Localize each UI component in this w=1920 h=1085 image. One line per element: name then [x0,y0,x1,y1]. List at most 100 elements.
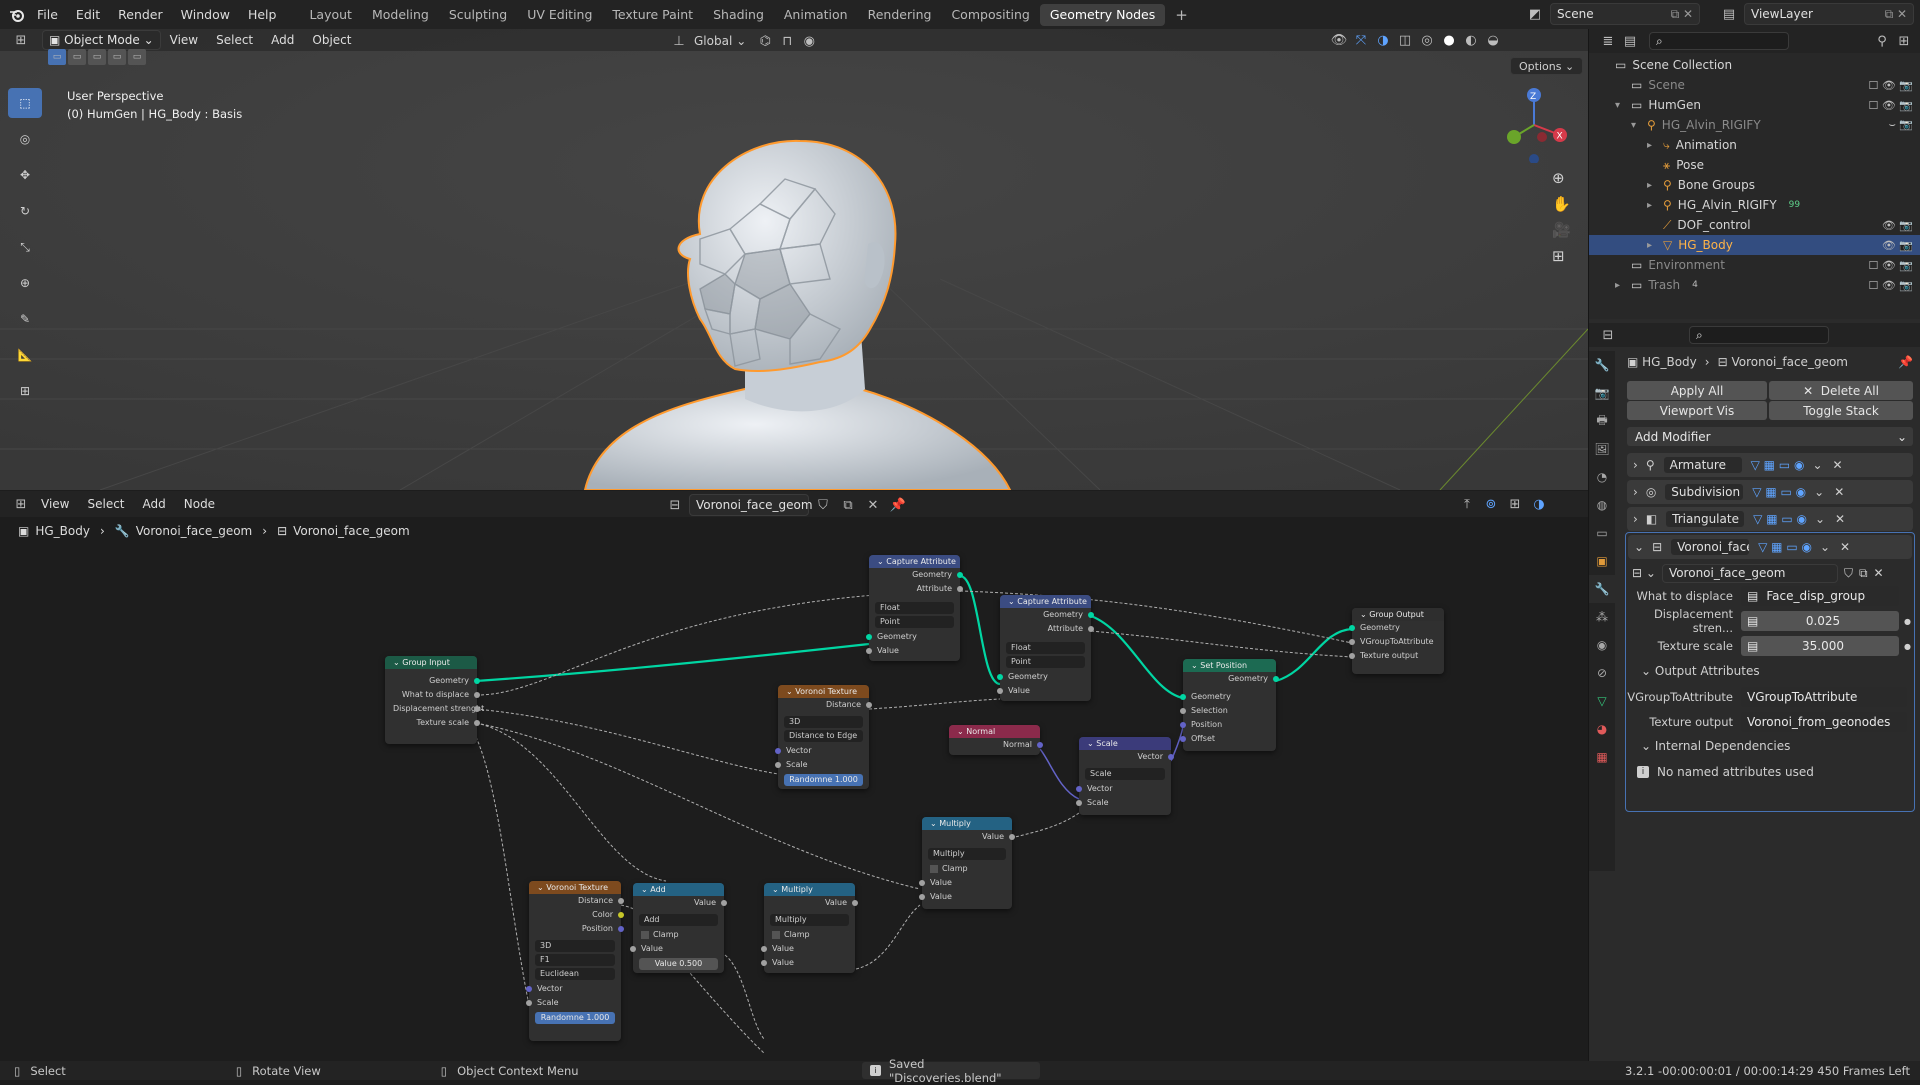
keyframe-dot-icon[interactable]: ● [1904,642,1911,651]
grid-icon[interactable]: ⊞ [1552,247,1571,265]
dimensions-dropdown[interactable]: 3D [535,940,615,952]
blender-logo-icon[interactable] [6,4,28,26]
output-tab-icon[interactable]: 🖶 [1589,407,1615,435]
select-intersect-icon[interactable]: ▭ [128,49,146,65]
display-mode-icon[interactable]: ▤ [1619,30,1641,52]
menu-help[interactable]: Help [239,7,286,22]
domain-dropdown[interactable]: Point [1006,656,1085,668]
output-socket[interactable] [1009,834,1015,840]
expand-toggle-icon[interactable]: ▾ [1615,100,1627,111]
scene-field[interactable]: Scene ⧉ ✕ [1550,3,1700,25]
chevron-down-icon[interactable]: ⌄ [1815,512,1825,526]
copy-icon[interactable]: ⧉ ✕ [1671,7,1693,22]
output-socket[interactable] [474,706,480,712]
keyframe-dot-icon[interactable]: ● [1904,617,1911,626]
outliner-row-toggles[interactable]: ☐ 👁 📷 [1868,99,1913,112]
expand-toggle-icon[interactable]: ▸ [1647,240,1659,251]
tab-texture-paint[interactable]: Texture Paint [602,4,703,26]
input-socket[interactable] [1349,625,1355,631]
dimensions-dropdown[interactable]: 3D [784,716,863,728]
select-invert-icon[interactable]: ▭ [108,49,126,65]
modifier-subdivision[interactable]: › ◎ Subdivision ▽ ▦ ▭ ◉ ⌄ ✕ [1627,480,1913,504]
chevron-right-icon[interactable]: › [1633,485,1638,499]
data-type-dropdown[interactable]: Float [1006,642,1085,654]
menu-window[interactable]: Window [172,7,239,22]
pin-icon[interactable]: 📌 [1898,355,1913,369]
rendered-shading-icon[interactable]: ◒ [1482,29,1504,51]
outliner-row[interactable]: ▸ ⚲ Bone Groups [1589,175,1920,195]
expand-toggle-icon[interactable]: ▸ [1647,140,1659,151]
chevron-down-icon[interactable]: ⌄ [1812,458,1822,472]
input-socket[interactable] [866,634,872,640]
add-workspace-button[interactable]: + [1165,4,1198,26]
save-report[interactable]: i Saved "Discoveries.blend" [862,1057,1040,1085]
select-extend-icon[interactable]: ▭ [68,49,86,65]
checkbox[interactable] [772,930,780,939]
constraints-tab-icon[interactable]: ⊘ [1589,659,1615,687]
input-socket[interactable] [761,960,767,966]
visibility-icon[interactable]: 👁 [1328,29,1350,51]
gizmo-icon[interactable]: ⤧ [1350,29,1372,51]
outliner-row[interactable]: ▭ Scene ☐ 👁 📷 [1589,75,1920,95]
outliner-row-toggles[interactable]: 👁 📷 [1882,219,1913,232]
close-icon[interactable]: ✕ [1874,566,1884,580]
output-socket[interactable] [1273,676,1279,682]
input-socket[interactable] [1076,800,1082,806]
modifier-name-field[interactable]: Subdivision [1664,483,1745,501]
annotate-tool-icon[interactable]: ✎ [8,304,42,334]
apply-all-button[interactable]: Apply All [1627,381,1767,400]
particles-tab-icon[interactable]: ⁂ [1589,603,1615,631]
input-socket[interactable] [919,880,925,886]
expand-toggle-icon[interactable]: ▾ [1631,120,1643,131]
tab-rendering[interactable]: Rendering [858,4,942,26]
output-socket[interactable] [1088,626,1094,632]
node-multiply-bottom[interactable]: ⌄ Multiply Value Multiply Clamp Value Va… [761,883,858,973]
output-socket[interactable] [957,586,963,592]
attribute-toggle-icon[interactable]: ▤ [1747,639,1758,653]
node-add[interactable]: ⌄ Add Value Add Clamp Value Value 0.500 [630,883,727,973]
input-socket[interactable] [1349,639,1355,645]
checkbox[interactable] [641,930,649,939]
output-attributes-panel-header[interactable]: ⌄ Output Attributes [1641,664,1760,678]
close-icon[interactable]: ✕ [1833,458,1843,472]
output-socket[interactable] [721,900,727,906]
fake-user-icon[interactable]: ⛉ [1844,566,1853,581]
modifier-armature[interactable]: › ⚲ Armature ▽ ▦ ▭ ◉ ⌄ ✕ [1627,453,1913,477]
snap-icon[interactable]: ⊓ [776,30,798,52]
physics-tab-icon[interactable]: ◉ [1589,631,1615,659]
node-tree-icon[interactable]: ⊟ ⌄ [1632,566,1656,580]
modifier-voronoi-face[interactable]: ⌄ ⊟ Voronoi_face_... ▽ ▦ ▭ ◉ ⌄ ✕ [1628,535,1912,559]
output-socket[interactable] [852,900,858,906]
wireframe-shading-icon[interactable]: ◎ [1416,29,1438,51]
3d-viewport[interactable]: ⊞ ▣ Object Mode ⌄ View Select Add Object… [0,29,1588,490]
input-socket[interactable] [997,674,1003,680]
outliner-row-toggles[interactable]: 👁 📷 [1882,239,1913,252]
expand-toggle-icon[interactable]: ▸ [1615,280,1627,291]
chevron-down-icon[interactable]: ⌄ [1634,540,1644,554]
close-icon[interactable]: ✕ [1840,540,1850,554]
feature-dropdown[interactable]: Distance to Edge [784,730,863,742]
material-tab-icon[interactable]: ◕ [1589,715,1615,743]
render-tab-icon[interactable]: 📷 [1589,379,1615,407]
outliner-row-toggles[interactable]: ☐ 👁 📷 [1868,279,1913,292]
input-socket[interactable] [1076,786,1082,792]
expand-toggle-icon[interactable]: ▸ [1647,180,1659,191]
output-socket[interactable] [474,678,480,684]
node-capture-attribute-2[interactable]: ⌄ Capture Attribute Geometry Attribute F… [997,595,1094,701]
node-normal[interactable]: ⌄ Normal Normal [949,725,1043,755]
output-socket[interactable] [618,912,624,918]
viewport-menu-select[interactable]: Select [207,33,262,47]
randomness-slider[interactable]: Randomne 1.000 [535,1012,615,1024]
outliner-row-toggles[interactable]: ☐ 👁 📷 [1868,79,1913,92]
node-group-output[interactable]: ⌄ Group Output Geometry VGroupToAttribut… [1349,608,1444,674]
camera-icon[interactable]: 🎥 [1552,221,1571,239]
select-new-icon[interactable]: ▭ [48,49,66,65]
modifier-name-field[interactable]: Triangulate [1665,510,1746,528]
data-tab-icon[interactable]: ▽ [1589,687,1615,715]
measure-tool-icon[interactable]: 📐 [8,340,42,370]
internal-dependencies-panel-header[interactable]: ⌄ Internal Dependencies [1641,739,1790,753]
node-scale[interactable]: ⌄ Scale Vector Scale Vector Scale [1076,737,1174,815]
texture-tab-icon[interactable]: ▦ [1589,743,1615,771]
node-voronoi-texture-1[interactable]: ⌄ Voronoi Texture Distance 3D Distance t… [775,685,872,789]
input-socket[interactable] [997,688,1003,694]
